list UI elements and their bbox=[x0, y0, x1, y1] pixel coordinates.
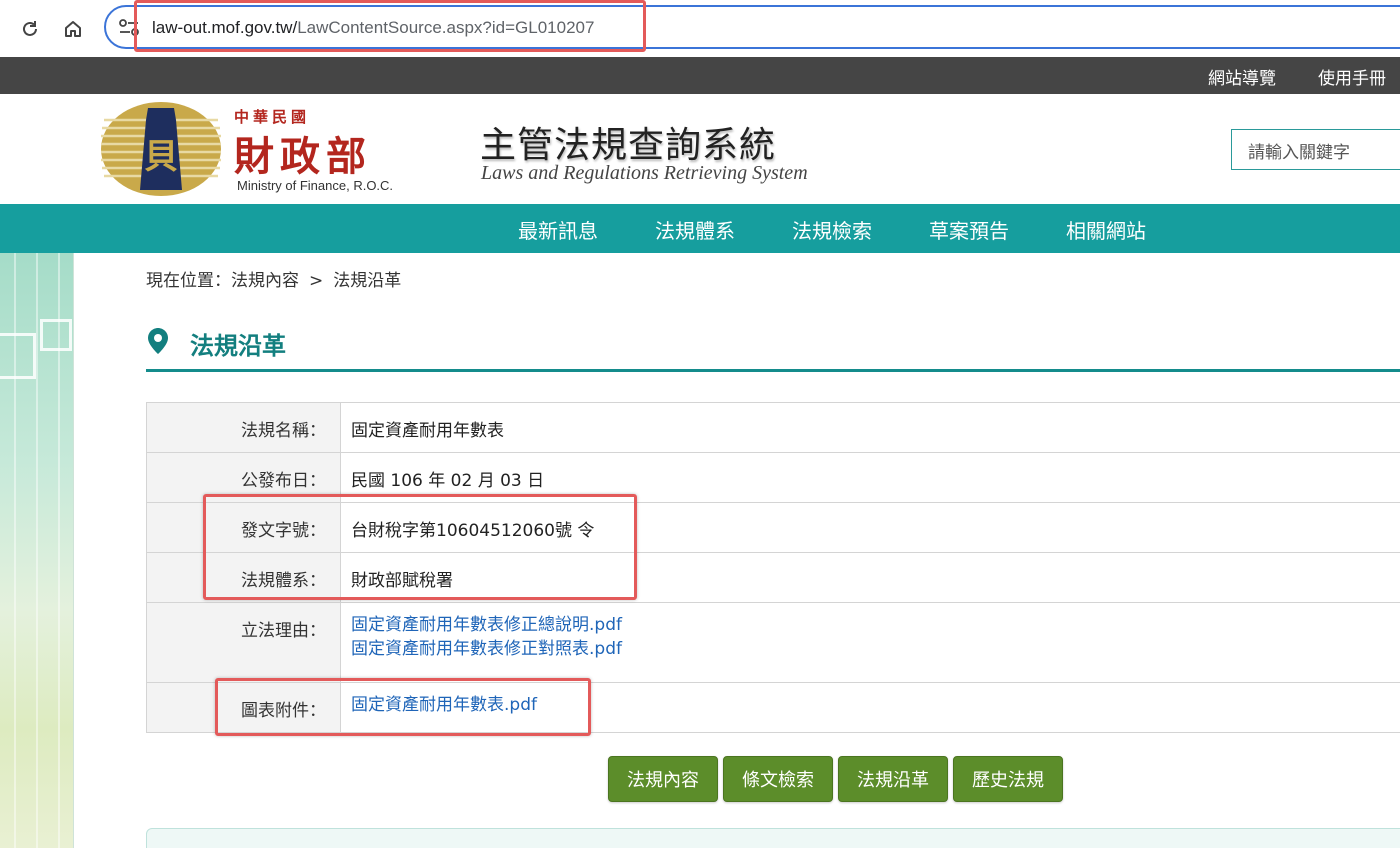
article-search-button[interactable]: 條文檢索 bbox=[723, 756, 833, 802]
org-name-english: Ministry of Finance, R.O.C. bbox=[237, 178, 394, 193]
system-title-english: Laws and Regulations Retrieving System bbox=[481, 162, 808, 184]
nav-law-system[interactable]: 法規體系 bbox=[655, 215, 735, 244]
sitemap-link[interactable]: 網站導覽 bbox=[1208, 64, 1276, 89]
system-title[interactable]: 主管法規查詢系統 bbox=[480, 116, 776, 168]
nav-draft-notice[interactable]: 草案預告 bbox=[929, 215, 1009, 244]
historical-law-button[interactable]: 歷史法規 bbox=[953, 756, 1063, 802]
nav-related-sites[interactable]: 相關網站 bbox=[1066, 215, 1146, 244]
nav-law-search[interactable]: 法規檢索 bbox=[792, 215, 872, 244]
main-nav: 最新訊息 法規體系 法規檢索 草案預告 相關網站 bbox=[0, 204, 1400, 253]
page-title: 法規沿革 bbox=[190, 332, 286, 360]
left-decoration bbox=[0, 253, 74, 848]
ministry-emblem-icon[interactable]: 貝 bbox=[100, 100, 222, 198]
search-placeholder: 請輸入關鍵字 bbox=[1248, 143, 1350, 163]
attachment-highlight-box bbox=[215, 678, 591, 736]
location-pin-icon bbox=[148, 328, 168, 354]
legislative-reason-value: 固定資產耐用年數表修正總說明.pdf 固定資產耐用年數表修正對照表.pdf bbox=[340, 602, 1400, 683]
bottom-panel bbox=[146, 828, 1400, 848]
top-utility-bar: 網站導覽 使用手冊 bbox=[0, 57, 1400, 94]
legislative-reason-label: 立法理由： bbox=[146, 602, 341, 683]
nav-latest-news[interactable]: 最新訊息 bbox=[518, 215, 598, 244]
breadcrumb-current: 法規沿革 bbox=[333, 271, 402, 291]
reload-icon[interactable] bbox=[15, 14, 45, 44]
reason-comparison-pdf-link[interactable]: 固定資產耐用年數表修正對照表.pdf bbox=[351, 634, 1400, 664]
table-row: 立法理由： 固定資產耐用年數表修正總說明.pdf 固定資產耐用年數表修正對照表.… bbox=[146, 602, 1400, 683]
docno-system-highlight-box bbox=[203, 494, 637, 600]
page-title-bar: 法規沿革 bbox=[146, 322, 1400, 372]
deco-square bbox=[0, 333, 36, 379]
org-name[interactable]: 財政部 bbox=[234, 124, 372, 182]
browser-toolbar: law-out.mof.gov.tw/LawContentSource.aspx… bbox=[0, 0, 1400, 57]
law-name-label: 法規名稱： bbox=[146, 402, 341, 453]
svg-text:貝: 貝 bbox=[144, 137, 178, 177]
breadcrumb: 現在位置：法規內容 > 法規沿革 bbox=[146, 266, 401, 291]
law-history-button[interactable]: 法規沿革 bbox=[838, 756, 948, 802]
home-icon[interactable] bbox=[58, 14, 88, 44]
table-row: 法規名稱： 固定資產耐用年數表 bbox=[146, 402, 1400, 453]
url-highlight-box bbox=[134, 0, 646, 52]
user-manual-link[interactable]: 使用手冊 bbox=[1318, 64, 1386, 89]
deco-line bbox=[36, 253, 38, 848]
keyword-search-input[interactable]: 請輸入關鍵字 bbox=[1231, 129, 1400, 170]
law-content-button[interactable]: 法規內容 bbox=[608, 756, 718, 802]
breadcrumb-parent[interactable]: 現在位置：法規內容 bbox=[146, 271, 299, 291]
breadcrumb-separator: > bbox=[309, 271, 324, 291]
site-header: 貝 中華民國 財政部 Ministry of Finance, R.O.C. 主… bbox=[0, 94, 1400, 204]
deco-square bbox=[40, 319, 72, 351]
law-name-value: 固定資產耐用年數表 bbox=[340, 402, 1400, 453]
